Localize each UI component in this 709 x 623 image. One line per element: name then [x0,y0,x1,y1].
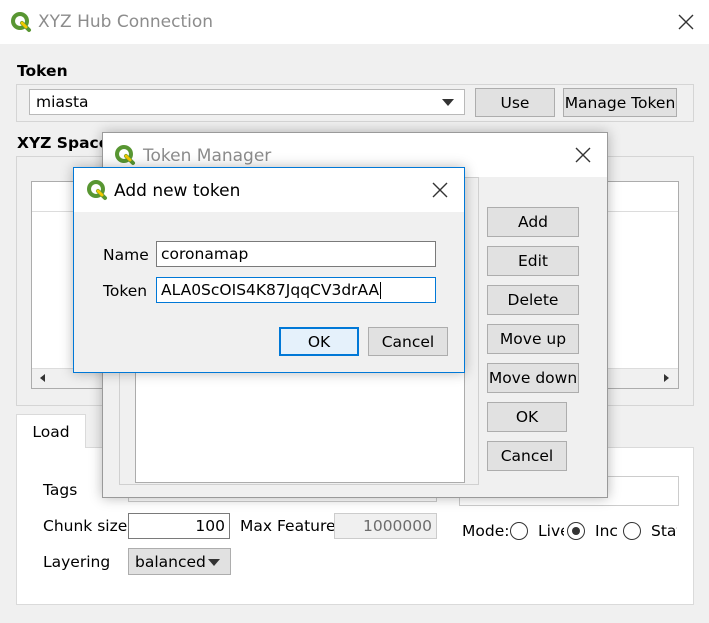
token-label: Token [103,282,148,300]
move-up-button[interactable]: Move up [487,324,579,354]
tab-load[interactable]: Load [16,414,86,448]
mode-inc-label: Inc [595,522,618,540]
scroll-left-icon[interactable] [34,369,51,386]
chevron-down-icon [208,558,220,566]
ok-button[interactable]: OK [487,402,567,432]
tags-label: Tags [43,481,78,499]
token-select[interactable]: miasta [29,89,465,115]
token-field[interactable]: ALA0ScOIS4K87JqqCV3drAA [156,277,436,303]
layering-select-value: balanced [135,552,206,571]
use-button[interactable]: Use [475,88,555,117]
move-down-button[interactable]: Move down [487,363,579,393]
close-icon[interactable] [429,179,451,201]
qgis-logo-icon [86,179,108,201]
qgis-logo-icon [114,144,136,166]
add-token-dialog: Add new token Name coronamap Token ALA0S… [73,167,465,373]
dialog-cancel-button[interactable]: Cancel [368,327,448,356]
token-manager-title: Token Manager [143,146,272,166]
scroll-right-icon[interactable] [658,369,675,386]
token-section-label: Token [17,62,68,80]
add-token-title-bar: Add new token [74,168,464,212]
token-value: ALA0ScOIS4K87JqqCV3drAA [161,281,380,299]
max-feature-value: 1000000 [362,517,432,535]
token-select-value: miasta [36,93,89,111]
mode-stat-label: Stat [651,522,677,540]
dialog-ok-button[interactable]: OK [279,327,359,356]
add-button[interactable]: Add [487,207,579,237]
tab-load-label: Load [32,422,70,441]
name-field[interactable]: coronamap [156,241,436,267]
cancel-button[interactable]: Cancel [487,441,567,471]
close-icon[interactable] [675,11,697,33]
max-feature-label: Max Feature [240,517,336,535]
mode-live-label: Live [538,522,564,540]
layering-label: Layering [43,553,111,571]
mode-radio-stat[interactable] [623,522,641,540]
chunk-size-value: 100 [195,517,225,535]
max-feature-input[interactable]: 1000000 [334,513,437,539]
name-value: coronamap [161,245,249,263]
chevron-down-icon [442,99,454,106]
delete-button[interactable]: Delete [487,285,579,315]
chunk-size-input[interactable]: 100 [128,513,230,539]
close-icon[interactable] [572,144,594,166]
main-title-bar: XYZ Hub Connection [0,0,709,44]
chunk-size-label: Chunk size [43,517,128,535]
main-window-title: XYZ Hub Connection [38,12,214,32]
mode-label: Mode: [462,522,510,540]
manage-token-button[interactable]: Manage Token [563,88,677,117]
edit-button[interactable]: Edit [487,246,579,276]
mode-radio-inc[interactable] [567,522,585,540]
qgis-logo-icon [10,11,32,33]
layering-select[interactable]: balanced [128,548,231,575]
mode-radio-live[interactable] [510,522,528,540]
space-section-label: XYZ Space [17,134,110,152]
text-cursor [380,281,382,299]
add-token-title: Add new token [114,181,241,201]
name-label: Name [103,246,149,264]
